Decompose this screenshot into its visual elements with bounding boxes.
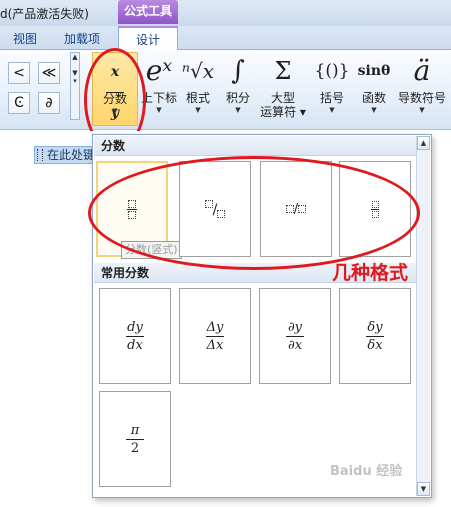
function-icon: sinθ [357, 63, 391, 79]
function-label: 函数 [361, 91, 386, 105]
integral-label: 积分 [225, 91, 250, 105]
common-fraction-partial[interactable]: ∂y ∂x [259, 288, 331, 384]
common-fraction-dy-dx[interactable]: dy dx [99, 288, 171, 384]
denominator: 2 [130, 440, 140, 456]
scroll-down-icon[interactable]: ▼ [417, 482, 430, 496]
dropdown-arrow-icon: ▼ [371, 106, 377, 114]
dropdown-arrow-icon: ▼ [235, 106, 241, 114]
symbol-much-less-than[interactable]: ≪ [38, 62, 60, 84]
radical-label: 根式 [185, 91, 210, 105]
equation-handle-icon[interactable] [37, 149, 43, 161]
highlight-ellipse-fraction-formats [88, 156, 420, 270]
symbol-less-than[interactable]: < [8, 62, 30, 84]
accent-button[interactable]: ä 导数符号 ▼ [396, 52, 448, 115]
large-operator-label-2: 运算符 ▾ [260, 105, 306, 119]
denominator: Δx [206, 337, 224, 353]
symbol-superset[interactable]: Ͼ [8, 92, 30, 114]
denominator: δx [367, 337, 383, 353]
radical-icon: ⁿ√x [181, 59, 215, 83]
dropdown-arrow-icon: ▼ [329, 106, 335, 114]
symbol-gallery-scrollbar[interactable]: ▲ ▼ ▾ [70, 52, 80, 120]
scroll-up-icon[interactable]: ▲ [417, 136, 430, 150]
tab-addins[interactable]: 加载项 [64, 30, 100, 47]
document-title: d(产品激活失败) [0, 7, 89, 21]
integral-icon: ∫ [231, 56, 245, 86]
ribbon-tab-strip: 视图 加载项 设计 [0, 26, 451, 51]
denominator: ∂x [287, 337, 303, 353]
tab-view[interactable]: 视图 [13, 30, 37, 47]
function-button[interactable]: sinθ 函数 ▼ [354, 52, 394, 115]
common-fraction-small-delta[interactable]: δy δx [339, 288, 411, 384]
gallery-scrollbar[interactable]: ▲ ▼ [416, 136, 430, 496]
bracket-icon: {()} [314, 61, 350, 81]
ribbon: < ≪ Ͼ ∂ ▲ ▼ ▾ xy 分数 ▼ eˣ 上下标 ▼ ⁿ√x 根式 ▼ ∫ … [0, 50, 451, 130]
title-bar: d(产品激活失败) 公式工具 [0, 0, 451, 26]
dropdown-arrow-icon: ▼ [419, 106, 425, 114]
accent-label: 导数符号 [397, 91, 446, 105]
numerator: ∂y [287, 319, 303, 335]
equation-tools-context-tab: 公式工具 [118, 0, 178, 24]
accent-icon: ä [413, 54, 431, 87]
radical-button[interactable]: ⁿ√x 根式 ▼ [180, 52, 216, 115]
numerator: π [130, 422, 140, 438]
numerator: Δy [206, 319, 224, 335]
summation-icon: Σ [274, 57, 292, 85]
large-operator-button[interactable]: Σ 大型 运算符 ▾ [258, 52, 308, 120]
bracket-button[interactable]: {()} 括号 ▼ [312, 52, 352, 115]
numerator: δy [367, 319, 383, 335]
common-fraction-delta[interactable]: Δy Δx [179, 288, 251, 384]
bracket-label: 括号 [319, 91, 344, 105]
dropdown-arrow-icon: ▼ [195, 106, 201, 114]
common-fraction-pi-over-2[interactable]: π2 [99, 391, 171, 487]
numerator: dy [127, 319, 143, 335]
watermark: Baidu 经验 [330, 464, 403, 479]
symbol-partial[interactable]: ∂ [38, 92, 60, 114]
tab-design[interactable]: 设计 [118, 26, 178, 51]
section-title-fraction: 分数 [94, 136, 416, 156]
denominator: dx [127, 337, 143, 353]
integral-button[interactable]: ∫ 积分 ▼ [220, 52, 256, 115]
annotation-label: 几种格式 [332, 262, 409, 284]
